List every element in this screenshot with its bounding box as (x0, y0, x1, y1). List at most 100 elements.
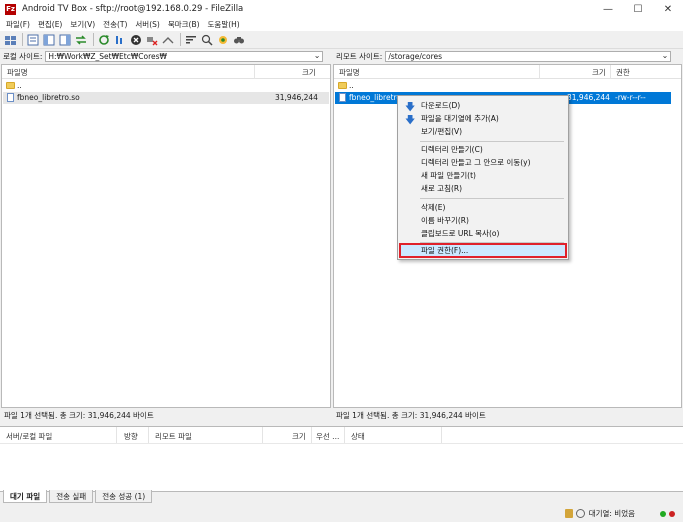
remote-status: 파일 1개 선택됨. 총 크기: 31,946,244 바이트 (333, 409, 682, 421)
ctx-view-edit[interactable]: 보기/편집(V) (400, 125, 566, 138)
toolbar (0, 31, 683, 49)
menu-server[interactable]: 서버(S) (132, 19, 162, 30)
ctx-create-directory-enter-label: 디렉터리 만들고 그 안으로 이동(y) (421, 158, 531, 167)
ctx-create-file-label: 새 파일 만들기(t) (421, 171, 476, 180)
queue-status: 대기열: 비었음 (588, 509, 635, 518)
toggle-remote-tree-icon[interactable] (58, 33, 72, 47)
remote-parent-row[interactable]: .. (335, 80, 680, 92)
process-queue-icon[interactable] (113, 33, 127, 47)
speed-limit-icon[interactable] (575, 509, 585, 518)
led-red-icon (669, 510, 675, 517)
menu-edit[interactable]: 편집(E) (35, 19, 65, 30)
local-path-input[interactable]: H:₩Work₩Z_Set₩Etc₩Cores₩ ⌄ (45, 51, 324, 62)
filter-icon[interactable] (184, 33, 198, 47)
title-bar: Fz Android TV Box - sftp://root@192.168.… (0, 0, 683, 18)
parent-dir-label: .. (17, 81, 22, 90)
refresh-icon[interactable] (97, 33, 111, 47)
file-icon (339, 93, 346, 102)
disconnect-icon[interactable] (145, 33, 159, 47)
ctx-copy-url[interactable]: 클립보드로 URL 복사(o) (400, 227, 566, 240)
ctx-view-edit-label: 보기/편집(V) (421, 127, 463, 136)
menu-view[interactable]: 보기(V) (67, 19, 98, 30)
filezilla-logo-icon: Fz (5, 3, 16, 15)
file-size: 31,946,244 (275, 93, 318, 102)
menu-bookmarks[interactable]: 북마크(B) (165, 19, 203, 30)
bottom-status-bar: 대기열: 비었음 (0, 505, 683, 522)
remote-column-header: 파일명 크기 권한 (334, 65, 681, 79)
remote-path-input[interactable]: /storage/cores ⌄ (385, 51, 672, 62)
toggle-queue-icon[interactable] (74, 33, 88, 47)
ctx-create-file[interactable]: 새 파일 만들기(t) (400, 169, 566, 182)
toggle-log-icon[interactable] (26, 33, 40, 47)
ctx-create-directory-label: 디렉터리 만들기(C) (421, 145, 483, 154)
queue-col-size[interactable]: 크기 (292, 431, 306, 442)
led-green-icon (660, 510, 666, 517)
ctx-delete-label: 삭제(E) (421, 203, 446, 212)
toggle-local-tree-icon[interactable] (42, 33, 56, 47)
queue-col-priority[interactable]: 우선 ... (316, 431, 339, 442)
search-icon[interactable] (232, 33, 246, 47)
file-size: 31,946,244 (567, 93, 610, 102)
reconnect-icon[interactable] (161, 33, 175, 47)
remote-col-name[interactable]: 파일명 (339, 67, 360, 78)
close-button[interactable]: ✕ (653, 0, 683, 18)
queue-col-status[interactable]: 상태 (351, 431, 365, 442)
window-title: Android TV Box - sftp://root@192.168.0.2… (22, 4, 244, 14)
local-path-bar: 로컬 사이트: H:₩Work₩Z_Set₩Etc₩Cores₩ ⌄ (0, 50, 331, 63)
menu-file[interactable]: 파일(F) (3, 19, 33, 30)
ctx-rename[interactable]: 이름 바꾸기(R) (400, 214, 566, 227)
ctx-download[interactable]: 🡇 다운로드(D) (400, 99, 566, 113)
queue-col-server-local[interactable]: 서버/로컬 파일 (6, 431, 52, 442)
queue-tabs: 대기 파일 전송 실패 전송 성공 (1) (0, 490, 154, 504)
local-path-value: H:₩Work₩Z_Set₩Etc₩Cores₩ (48, 52, 167, 61)
ctx-add-to-queue-label: 파일을 대기열에 추가(A) (421, 114, 499, 123)
local-parent-row[interactable]: .. (3, 80, 329, 92)
maximize-button[interactable]: ☐ (623, 0, 653, 18)
ctx-refresh[interactable]: 새로 고침(R) (400, 182, 566, 195)
tab-queued-files[interactable]: 대기 파일 (3, 490, 48, 503)
parent-dir-label: .. (349, 81, 354, 90)
local-file-list[interactable]: 파일명 크기 .. fbneo_libretro.so 31,946,244 (1, 64, 331, 408)
ctx-refresh-label: 새로 고침(R) (421, 184, 463, 193)
local-site-label: 로컬 사이트: (3, 52, 43, 61)
file-icon (7, 93, 14, 102)
lock-icon (564, 509, 573, 518)
compare-icon[interactable] (200, 33, 214, 47)
menu-help[interactable]: 도움말(H) (205, 19, 243, 30)
local-file-row[interactable]: fbneo_libretro.so 31,946,244 (3, 92, 329, 104)
remote-path-value: /storage/cores (388, 52, 443, 61)
sync-browse-icon[interactable] (216, 33, 230, 47)
ctx-file-permissions[interactable]: 파일 권한(F)... (399, 243, 567, 258)
ctx-add-to-queue[interactable]: 🡇 파일을 대기열에 추가(A) (400, 112, 566, 126)
local-column-header: 파일명 크기 (2, 65, 330, 79)
remote-col-size[interactable]: 크기 (592, 67, 606, 78)
local-status: 파일 1개 선택됨. 총 크기: 31,946,244 바이트 (1, 409, 331, 421)
local-col-name[interactable]: 파일명 (7, 67, 28, 78)
ctx-file-permissions-label: 파일 권한(F)... (421, 246, 469, 255)
chevron-down-icon[interactable]: ⌄ (314, 51, 321, 60)
ctx-copy-url-label: 클립보드로 URL 복사(o) (421, 229, 500, 238)
tab-failed-transfers[interactable]: 전송 실패 (49, 490, 94, 503)
remote-col-permissions[interactable]: 권한 (616, 67, 630, 78)
queue-col-remote[interactable]: 리모트 파일 (155, 431, 192, 442)
site-manager-icon[interactable] (3, 33, 17, 47)
minimize-button[interactable]: — (593, 0, 623, 18)
context-menu: 🡇 다운로드(D) 🡇 파일을 대기열에 추가(A) 보기/편집(V) 디렉터리… (397, 95, 569, 260)
ctx-delete[interactable]: 삭제(E) (400, 201, 566, 214)
remote-site-label: 리모트 사이트: (336, 52, 383, 61)
remote-path-bar: 리모트 사이트: /storage/cores ⌄ (333, 50, 683, 63)
local-col-size[interactable]: 크기 (302, 67, 316, 78)
ctx-create-directory[interactable]: 디렉터리 만들기(C) (400, 143, 566, 156)
queue-col-direction[interactable]: 방향 (124, 431, 138, 442)
menu-transfer[interactable]: 전송(T) (100, 19, 130, 30)
tab-successful-transfers[interactable]: 전송 성공 (1) (95, 490, 153, 503)
transfer-queue[interactable]: 서버/로컬 파일 방향 리모트 파일 크기 우선 ... 상태 (0, 426, 683, 492)
chevron-down-icon[interactable]: ⌄ (662, 51, 669, 60)
folder-icon (6, 82, 15, 89)
ctx-download-label: 다운로드(D) (421, 101, 461, 110)
menu-bar: 파일(F) 편집(E) 보기(V) 전송(T) 서버(S) 북마크(B) 도움말… (0, 18, 683, 31)
file-name: fbneo_libretro.so (17, 93, 80, 102)
ctx-create-directory-enter[interactable]: 디렉터리 만들고 그 안으로 이동(y) (400, 156, 566, 169)
ctx-rename-label: 이름 바꾸기(R) (421, 216, 469, 225)
cancel-icon[interactable] (129, 33, 143, 47)
